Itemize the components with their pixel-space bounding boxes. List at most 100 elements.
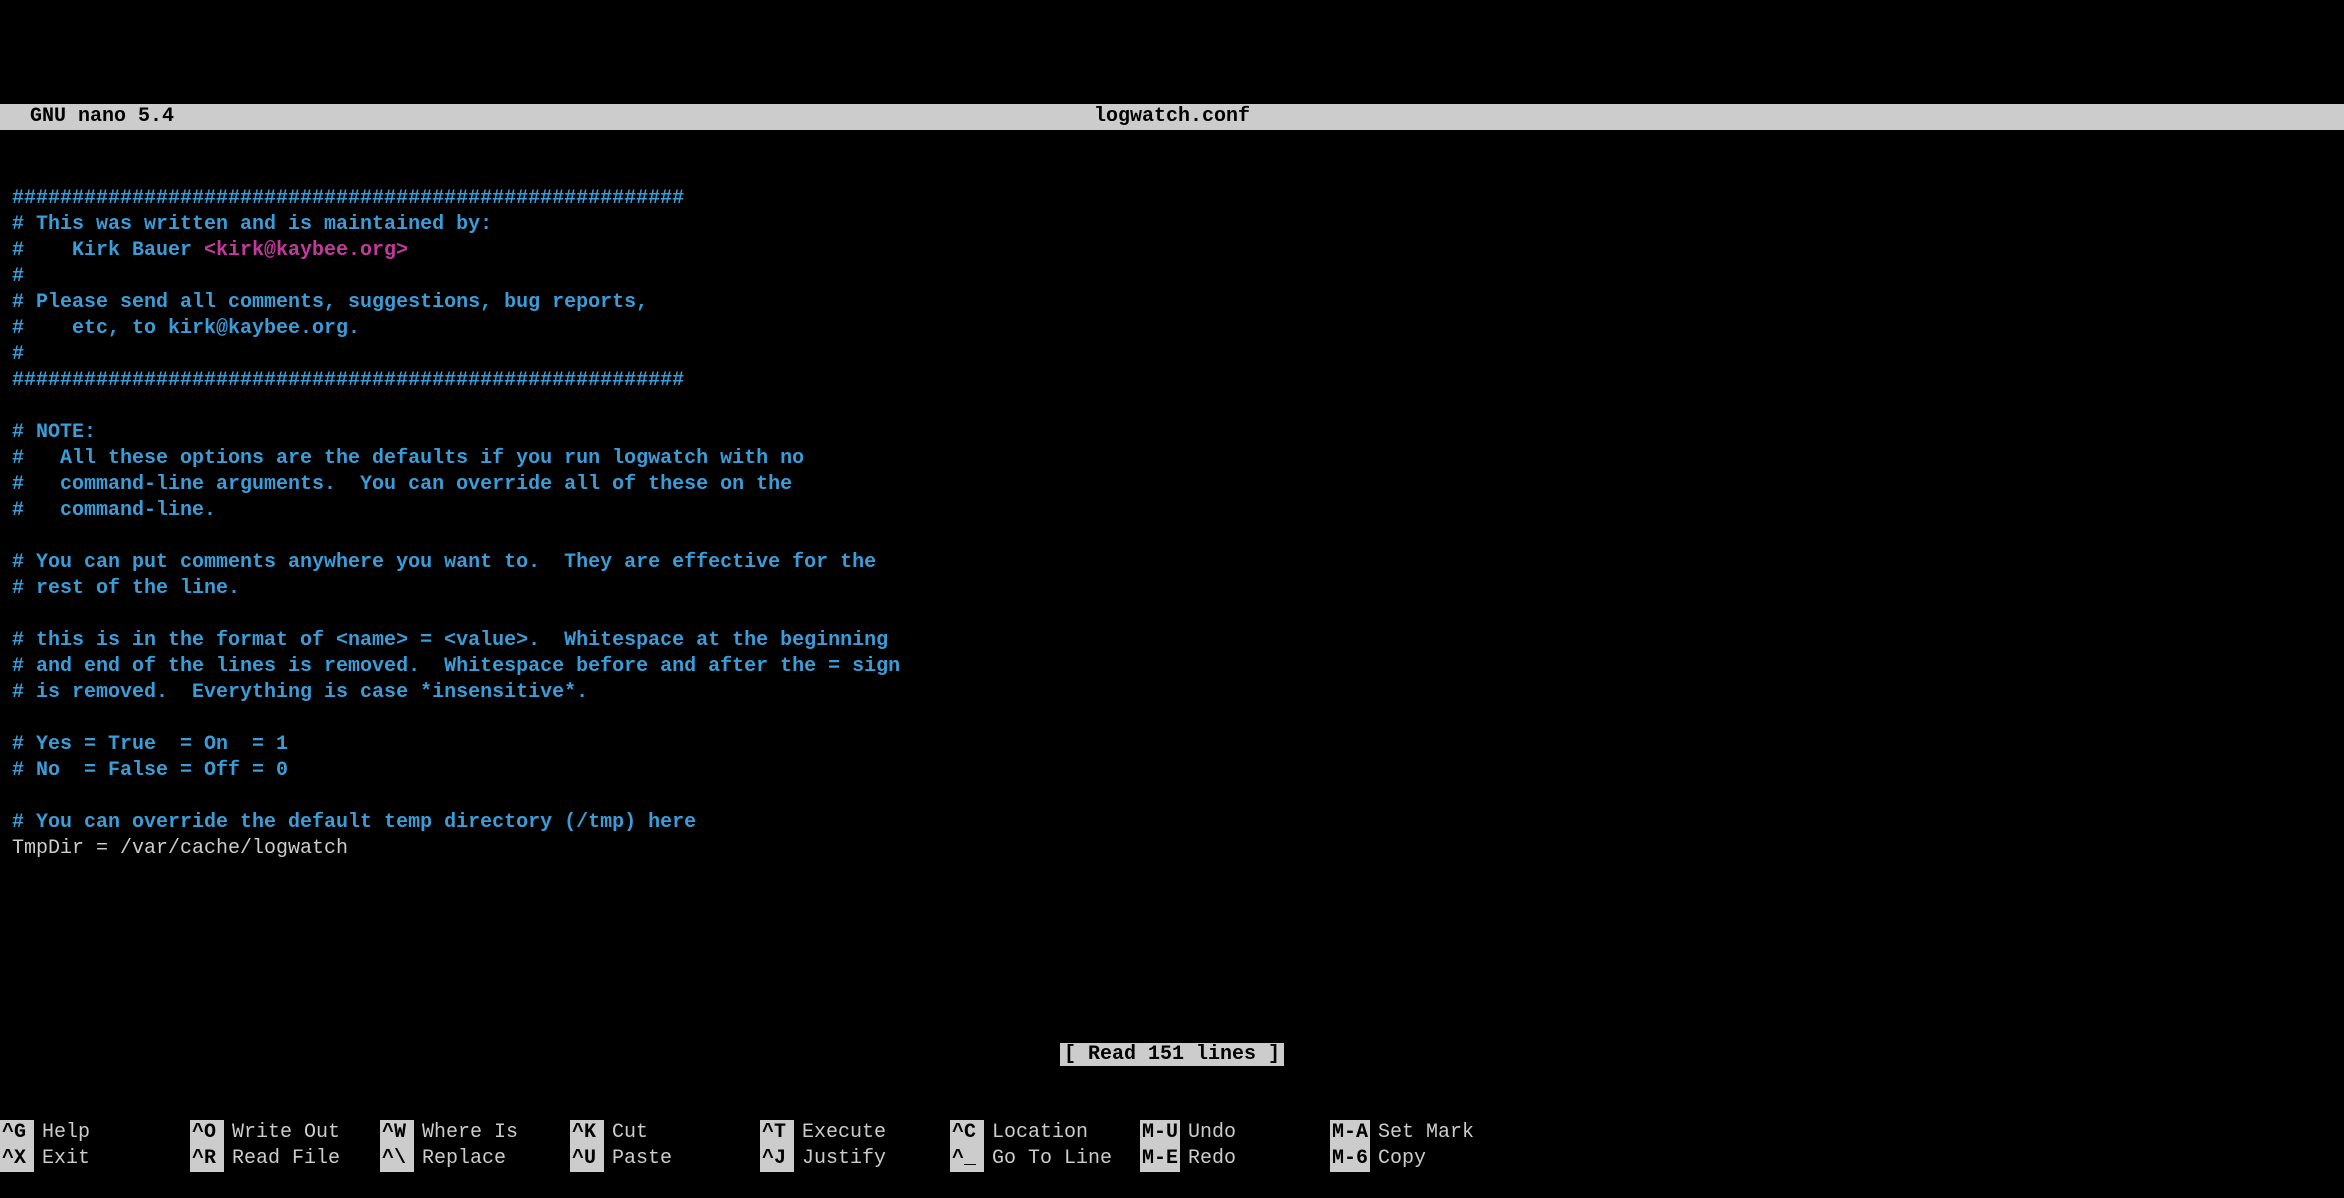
shortcut-label: Cut — [604, 1120, 648, 1146]
editor-line[interactable]: # and end of the lines is removed. White… — [12, 654, 2332, 680]
editor-line[interactable]: # Kirk Bauer <kirk@kaybee.org> — [12, 238, 2332, 264]
shortcut-key: ^X — [0, 1146, 34, 1172]
shortcut-row: ^GHelp^OWrite Out^WWhere Is^KCut^TExecut… — [0, 1120, 2344, 1146]
editor-line[interactable]: # Please send all comments, suggestions,… — [12, 290, 2332, 316]
editor-line[interactable]: # this is in the format of <name> = <val… — [12, 628, 2332, 654]
editor-line[interactable]: # You can put comments anywhere you want… — [12, 550, 2332, 576]
comment-text: # You can put comments anywhere you want… — [12, 551, 876, 574]
shortcut-row: ^XExit^RRead File^\Replace^UPaste^JJusti… — [0, 1146, 2344, 1172]
comment-text: # — [12, 265, 24, 288]
editor-line[interactable]: # — [12, 342, 2332, 368]
shortcut-bar: ^GHelp^OWrite Out^WWhere Is^KCut^TExecut… — [0, 1120, 2344, 1172]
editor-line[interactable] — [12, 784, 2332, 810]
filename: logwatch.conf — [1094, 104, 1250, 130]
shortcut-label: Go To Line — [984, 1146, 1112, 1172]
shortcut-key: ^\ — [380, 1146, 414, 1172]
shortcut-paste[interactable]: ^UPaste — [570, 1146, 760, 1172]
comment-text: # rest of the line. — [12, 577, 240, 600]
shortcut-undo[interactable]: M-UUndo — [1140, 1120, 1330, 1146]
shortcut-key: ^G — [0, 1120, 34, 1146]
editor-line[interactable] — [12, 602, 2332, 628]
editor-line[interactable]: ########################################… — [12, 186, 2332, 212]
editor-line[interactable]: # This was written and is maintained by: — [12, 212, 2332, 238]
titlebar: GNU nano 5.4 logwatch.conf — [0, 104, 2344, 130]
editor-line[interactable]: # You can override the default temp dire… — [12, 810, 2332, 836]
editor-line[interactable]: # etc, to kirk@kaybee.org. — [12, 316, 2332, 342]
app-name: GNU nano 5.4 — [30, 104, 174, 130]
shortcut-label: Location — [984, 1120, 1088, 1146]
shortcut-copy[interactable]: M-6Copy — [1330, 1146, 1520, 1172]
shortcut-go-to-line[interactable]: ^_Go To Line — [950, 1146, 1140, 1172]
shortcut-key: M-U — [1140, 1120, 1180, 1146]
comment-text: # is removed. Everything is case *insens… — [12, 681, 588, 704]
shortcut-exit[interactable]: ^XExit — [0, 1146, 190, 1172]
shortcut-key: ^U — [570, 1146, 604, 1172]
shortcut-key: ^C — [950, 1120, 984, 1146]
code-text: TmpDir = /var/cache/logwatch — [12, 837, 348, 860]
shortcut-set-mark[interactable]: M-ASet Mark — [1330, 1120, 1520, 1146]
shortcut-execute[interactable]: ^TExecute — [760, 1120, 950, 1146]
shortcut-key: ^W — [380, 1120, 414, 1146]
shortcut-label: Replace — [414, 1146, 506, 1172]
shortcut-cut[interactable]: ^KCut — [570, 1120, 760, 1146]
comment-text: # You can override the default temp dire… — [12, 811, 696, 834]
editor-line[interactable]: ########################################… — [12, 368, 2332, 394]
editor-line[interactable]: # All these options are the defaults if … — [12, 446, 2332, 472]
editor-line[interactable] — [12, 394, 2332, 420]
shortcut-key: ^K — [570, 1120, 604, 1146]
editor-area[interactable]: ########################################… — [0, 182, 2344, 862]
shortcut-label: Where Is — [414, 1120, 518, 1146]
shortcut-key: ^O — [190, 1120, 224, 1146]
comment-text: ########################################… — [12, 187, 684, 210]
shortcut-label: Help — [34, 1120, 90, 1146]
comment-text: # command-line. — [12, 499, 216, 522]
shortcut-label: Write Out — [224, 1120, 340, 1146]
comment-text: # command-line arguments. You can overri… — [12, 473, 792, 496]
comment-text: # This was written and is maintained by: — [12, 213, 492, 236]
shortcut-replace[interactable]: ^\Replace — [380, 1146, 570, 1172]
shortcut-key: ^T — [760, 1120, 794, 1146]
comment-text: # etc, to kirk@kaybee.org. — [12, 317, 360, 340]
shortcut-label: Paste — [604, 1146, 672, 1172]
shortcut-location[interactable]: ^CLocation — [950, 1120, 1140, 1146]
editor-line[interactable] — [12, 524, 2332, 550]
status-area: [ Read 151 lines ] ^GHelp^OWrite Out^WWh… — [0, 990, 2344, 1198]
editor-line[interactable]: TmpDir = /var/cache/logwatch — [12, 836, 2332, 862]
shortcut-key: ^_ — [950, 1146, 984, 1172]
shortcut-label: Exit — [34, 1146, 90, 1172]
editor-line[interactable] — [12, 706, 2332, 732]
comment-text: # — [12, 343, 24, 366]
shortcut-label: Execute — [794, 1120, 886, 1146]
editor-line[interactable]: # No = False = Off = 0 — [12, 758, 2332, 784]
shortcut-write-out[interactable]: ^OWrite Out — [190, 1120, 380, 1146]
shortcut-help[interactable]: ^GHelp — [0, 1120, 190, 1146]
shortcut-label: Redo — [1180, 1146, 1236, 1172]
status-message: [ Read 151 lines ] — [0, 1042, 2344, 1068]
shortcut-redo[interactable]: M-ERedo — [1140, 1146, 1330, 1172]
shortcut-label: Copy — [1370, 1146, 1426, 1172]
shortcut-label: Set Mark — [1370, 1120, 1474, 1146]
shortcut-justify[interactable]: ^JJustify — [760, 1146, 950, 1172]
editor-line[interactable]: # NOTE: — [12, 420, 2332, 446]
editor-line[interactable]: # is removed. Everything is case *insens… — [12, 680, 2332, 706]
shortcut-label: Justify — [794, 1146, 886, 1172]
comment-text: # this is in the format of <name> = <val… — [12, 629, 888, 652]
shortcut-key: M-A — [1330, 1120, 1370, 1146]
shortcut-key: ^R — [190, 1146, 224, 1172]
comment-text: # and end of the lines is removed. White… — [12, 655, 900, 678]
editor-line[interactable]: # — [12, 264, 2332, 290]
comment-text: ########################################… — [12, 369, 684, 392]
editor-line[interactable]: # command-line. — [12, 498, 2332, 524]
comment-text: # NOTE: — [12, 421, 96, 444]
editor-line[interactable]: # Yes = True = On = 1 — [12, 732, 2332, 758]
comment-text: # All these options are the defaults if … — [12, 447, 804, 470]
shortcut-label: Undo — [1180, 1120, 1236, 1146]
shortcut-where-is[interactable]: ^WWhere Is — [380, 1120, 570, 1146]
shortcut-key: M-6 — [1330, 1146, 1370, 1172]
shortcut-key: M-E — [1140, 1146, 1180, 1172]
editor-line[interactable]: # command-line arguments. You can overri… — [12, 472, 2332, 498]
comment-text: # No = False = Off = 0 — [12, 759, 288, 782]
shortcut-read-file[interactable]: ^RRead File — [190, 1146, 380, 1172]
editor-line[interactable]: # rest of the line. — [12, 576, 2332, 602]
email-text: <kirk@kaybee.org> — [204, 239, 408, 262]
